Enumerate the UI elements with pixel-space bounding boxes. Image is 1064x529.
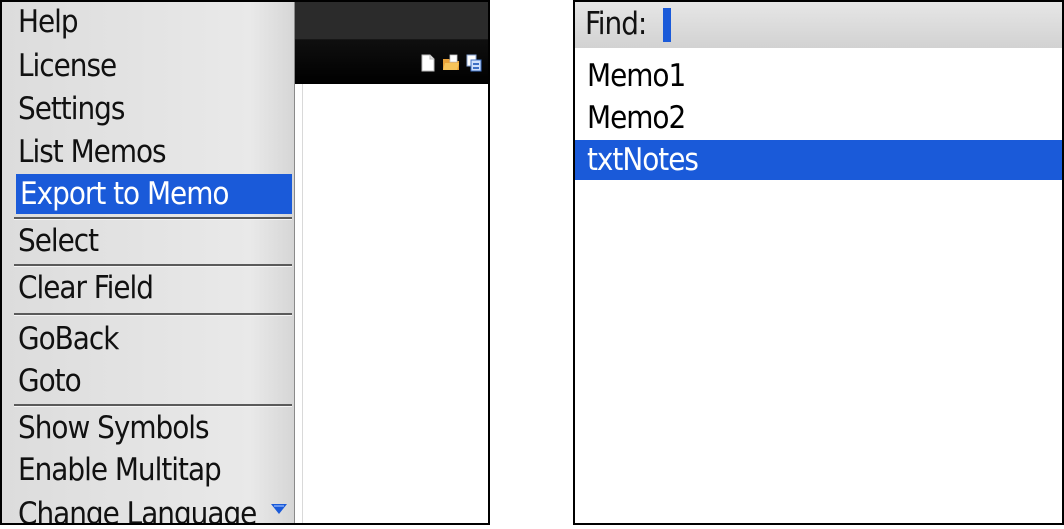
menu-item-change-language[interactable]: Change Language [18, 494, 268, 523]
toolbar-icons [420, 54, 482, 72]
menu-item-goto[interactable]: Goto [18, 361, 292, 401]
open-folder-icon[interactable] [442, 54, 460, 72]
menu-item-enable-multitap[interactable]: Enable Multitap [18, 450, 292, 490]
context-menu: Help License Settings List Memos Export … [2, 2, 295, 523]
menu-item-goback[interactable]: GoBack [18, 319, 292, 359]
document-area[interactable] [294, 84, 488, 523]
new-document-icon[interactable] [420, 54, 436, 72]
memo-list-item-memo2[interactable]: Memo2 [575, 98, 1062, 138]
find-bar: Find: [575, 2, 1062, 48]
find-input[interactable] [663, 8, 671, 42]
menu-item-license[interactable]: License [18, 46, 292, 86]
menu-item-show-symbols[interactable]: Show Symbols [18, 408, 292, 448]
left-screen: Help License Settings List Memos Export … [0, 0, 490, 525]
find-label: Find: [585, 6, 647, 42]
scroll-down-icon[interactable] [270, 502, 288, 516]
menu-item-export-to-memo[interactable]: Export to Memo [16, 174, 292, 214]
menu-item-select[interactable]: Select [18, 221, 292, 261]
menu-separator [14, 404, 292, 407]
toolbar [294, 2, 488, 84]
menu-separator [14, 217, 292, 220]
margin-line [302, 84, 303, 523]
memo-list-item-memo1[interactable]: Memo1 [575, 56, 1062, 96]
menu-item-clear-field[interactable]: Clear Field [18, 268, 292, 308]
right-screen: Find: Memo1 Memo2 txtNotes [573, 0, 1064, 525]
save-copy-icon[interactable] [466, 54, 482, 72]
menu-item-help[interactable]: Help [18, 2, 292, 42]
memo-list-item-txtnotes[interactable]: txtNotes [575, 140, 1062, 180]
menu-item-settings[interactable]: Settings [18, 89, 292, 129]
menu-separator [14, 313, 292, 316]
menu-separator [14, 264, 292, 267]
menu-item-list-memos[interactable]: List Memos [18, 132, 292, 172]
